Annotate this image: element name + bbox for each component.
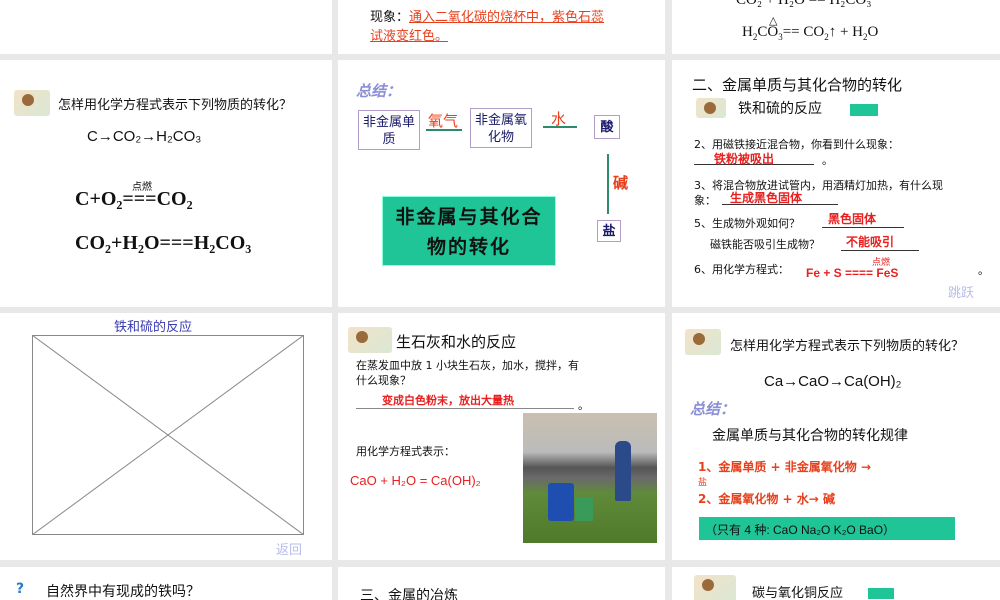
kids-icon — [685, 329, 721, 355]
note-box: （只有 4 种: CaO Na₂O K₂O BaO） — [699, 517, 955, 540]
prompt: 用化学方程式表示： — [356, 445, 455, 458]
slide-thumbnail-10[interactable]: ? 自然界中有现成的铁吗？ — [0, 567, 332, 600]
question: 怎样用化学方程式表示下列物质的转化？ — [58, 98, 293, 113]
title: 非金属与其化合物的转化 — [395, 206, 543, 258]
heading: 二、金属单质与其化合物的转化 — [692, 76, 903, 94]
chain: C→CO₂→H₂CO₃ — [87, 128, 202, 145]
chain: Ca→CaO→Ca(OH)₂ — [764, 373, 902, 390]
slide-thumbnail-3[interactable]: CO₂ + H₂O == H₂CO₃ △ H2CO3== CO2↑ + H2O — [672, 0, 1000, 54]
question: 在蒸发皿中放 1 小块生石灰，加水，搅拌，有 — [356, 359, 579, 372]
t: H — [742, 24, 753, 40]
person — [615, 441, 631, 501]
rule-title: 金属单质与其化合物的转化规律 — [712, 428, 908, 444]
box-nonmetal: 非金属单质 — [358, 110, 420, 150]
title-box: 非金属与其化合物的转化 — [382, 196, 556, 266]
bucket — [575, 497, 593, 521]
question: 怎样用化学方程式表示下列物质的转化？ — [730, 339, 965, 354]
summary-label: 总结： — [690, 400, 736, 418]
answer: 通入二氧化碳的烧杯中，紫色石蕊 — [409, 10, 605, 25]
equation-2: CO₂+H₂O===H₂CO₃ — [75, 232, 252, 254]
person-icon — [696, 98, 726, 118]
period: 。 — [978, 264, 989, 277]
t: O — [867, 24, 879, 40]
phenomenon-text: 现象：通入二氧化碳的烧杯中，紫色石蕊 试液变红色。 — [370, 6, 604, 44]
slide-thumbnail-8[interactable]: 生石灰和水的反应 在蒸发皿中放 1 小块生石灰，加水，搅拌，有 什么现象？ 变成… — [338, 313, 665, 560]
photo-quicklime — [523, 413, 657, 543]
arrow-2 — [543, 126, 577, 128]
question-6: 6、用化学方程式： — [694, 263, 789, 276]
t: ↑ + H — [828, 24, 863, 40]
answer-5b: 不能吸引 — [846, 235, 895, 249]
answer-line — [822, 227, 904, 228]
answer: 变成白色粉末，放出大量热 — [382, 394, 514, 407]
action-button[interactable] — [850, 104, 878, 116]
equation-1: CO₂ + H₂O == H₂CO₃ — [736, 0, 872, 8]
arrow-1 — [426, 129, 462, 131]
answer-2: 铁粉被吸出 — [714, 152, 775, 166]
period: 。 — [822, 154, 833, 167]
slide-thumbnail-5[interactable]: 总结： 非金属单质 氧气 非金属氧化物 水 酸 碱 盐 非金属与其化合物的转化 — [338, 60, 665, 307]
slide-thumbnail-1[interactable] — [0, 0, 332, 54]
heading: 碳与氧化铜反应 — [752, 586, 844, 600]
question-5b: 磁铁能否吸引生成物？ — [710, 238, 820, 251]
summary-label: 总结： — [356, 82, 402, 100]
label: 现象： — [370, 10, 410, 25]
arrow-3 — [607, 154, 609, 214]
equation: Fe + S ==== FeS — [806, 266, 899, 280]
heading: 生石灰和水的反应 — [396, 333, 517, 351]
slide-thumbnail-12[interactable]: 碳与氧化铜反应 — [672, 567, 1000, 600]
arrow-label-oxygen: 氧气 — [428, 112, 459, 130]
question-3b: 象： — [694, 194, 716, 207]
box-nonmetal-oxide: 非金属氧化物 — [470, 108, 532, 148]
period: 。 — [578, 399, 589, 412]
answer-2: 试液变红色。 — [370, 29, 449, 44]
barrel — [548, 483, 574, 521]
box-acid: 酸 — [594, 115, 620, 139]
slide-thumbnail-2[interactable]: 现象：通入二氧化碳的烧杯中，紫色石蕊 试液变红色。 — [338, 0, 665, 54]
jump-link[interactable]: 跳跃 — [948, 282, 974, 301]
question-mark-icon: ? — [16, 581, 25, 597]
t: CO — [757, 24, 779, 40]
equation-2: H2CO3== CO2↑ + H2O — [742, 24, 879, 42]
slide-thumbnail-4[interactable]: 怎样用化学方程式表示下列物质的转化？ C→CO₂→H₂CO₃ 点燃 C+O₂==… — [0, 60, 332, 307]
person-icon — [348, 327, 392, 353]
answer-5: 黑色固体 — [828, 212, 877, 226]
rule-2: 2、金属氧化物 + 水→ 碱 — [698, 492, 835, 506]
back-link[interactable]: 返回 — [276, 539, 302, 558]
question-5: 5、生成物外观如何？ — [694, 217, 800, 230]
slide-thumbnail-11[interactable]: 三、金属的冶炼 — [338, 567, 665, 600]
question-2: 什么现象？ — [356, 374, 411, 387]
slide-thumbnail-6[interactable]: 二、金属单质与其化合物的转化 铁和硫的反应 2、用磁铁接近混合物，你看到什么现象… — [672, 60, 1000, 307]
t: == CO — [782, 24, 825, 40]
arrow-label-base: 碱 — [613, 174, 629, 192]
equation: CaO + H₂O = Ca(OH)₂ — [350, 473, 481, 488]
subheading: 铁和硫的反应 — [738, 101, 822, 117]
rule-1: 1、金属单质 + 非金属氧化物 → — [698, 460, 871, 474]
heading: 三、金属的冶炼 — [360, 588, 458, 600]
equation-1: C+O₂===CO₂ — [75, 188, 193, 210]
slide-thumbnail-9[interactable]: 怎样用化学方程式表示下列物质的转化？ Ca→CaO→Ca(OH)₂ 总结： 金属… — [672, 313, 1000, 560]
title: 铁和硫的反应 — [114, 320, 193, 335]
kids-icon — [14, 90, 50, 116]
slide-thumbnail-7[interactable]: 铁和硫的反应 返回 — [0, 313, 332, 560]
box-salt: 盐 — [597, 220, 621, 242]
image-placeholder — [32, 335, 304, 535]
person-icon — [694, 575, 736, 600]
answer-line — [356, 408, 574, 409]
rule-1-salt: 盐 — [698, 478, 708, 488]
question: 自然界中有现成的铁吗？ — [46, 584, 200, 600]
answer-line — [841, 250, 919, 251]
answer-3: 生成黑色固体 — [730, 191, 803, 205]
action-button[interactable] — [868, 588, 894, 599]
